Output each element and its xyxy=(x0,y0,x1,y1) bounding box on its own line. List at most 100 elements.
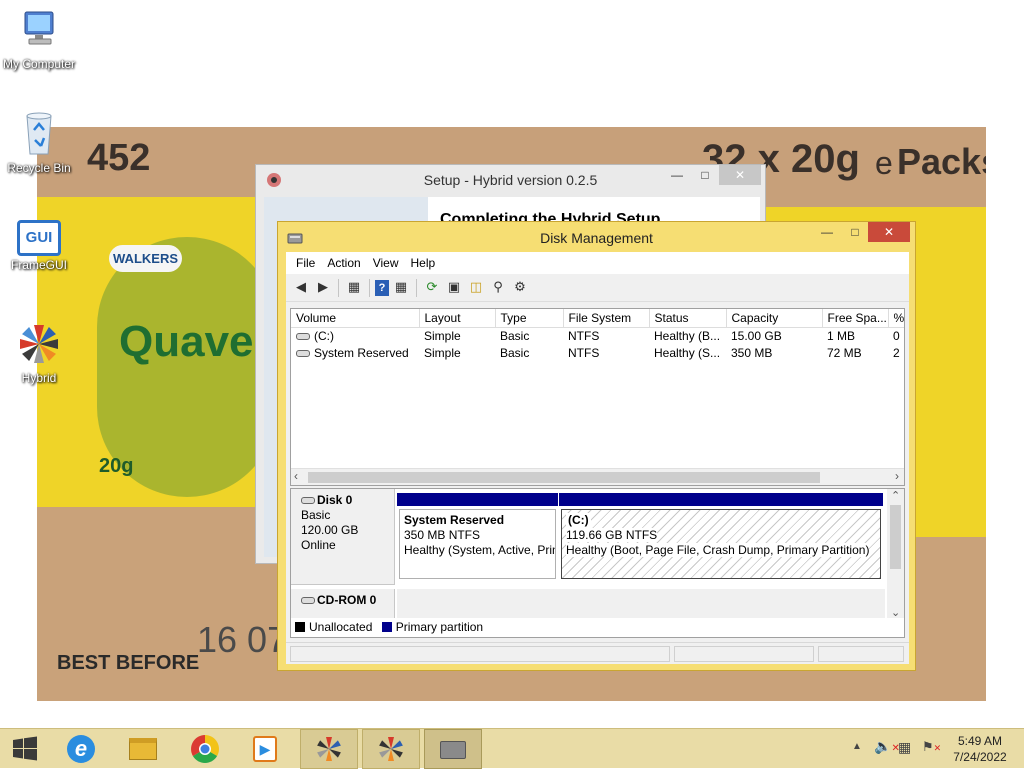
setup-title-bar[interactable]: Setup - Hybrid version 0.2.5 — □ ✕ xyxy=(256,165,765,195)
drive-icon xyxy=(296,333,310,341)
hybrid-taskbar-icon-2 xyxy=(379,737,403,761)
status-bar xyxy=(286,642,909,664)
desktop-icon-label: My Computer xyxy=(2,57,76,71)
back-arrow-icon[interactable]: ◀ xyxy=(291,277,311,297)
framegui-icon: GUI xyxy=(17,220,61,256)
column-header-capacity[interactable]: Capacity xyxy=(726,309,823,328)
windows-start-icon xyxy=(13,736,37,761)
minimize-button[interactable]: — xyxy=(663,165,691,185)
taskbar-hybrid[interactable] xyxy=(362,729,420,769)
taskbar-chrome[interactable] xyxy=(176,729,234,769)
disk-management-body: File Action View Help ◀ ▶ ▦? ▦ ⟳ ▣ ◫ ⚲ ⚙ Volume Lay… xyxy=(286,252,909,664)
disk-icon xyxy=(301,497,315,505)
desktop-icon-recycle-bin[interactable]: Recycle Bin xyxy=(0,110,78,175)
desktop-icon-label: FrameGUI xyxy=(10,258,67,272)
partition-size: 119.66 GB NTFS xyxy=(566,528,658,542)
legend-primary: Primary partition xyxy=(395,620,484,634)
taskbar-internet-explorer[interactable]: e xyxy=(52,729,110,769)
recycle-bin-icon xyxy=(26,112,52,155)
forward-arrow-icon[interactable]: ▶ xyxy=(313,277,333,297)
toolbar-separator xyxy=(416,278,417,297)
properties-pane-icon[interactable]: ▦ xyxy=(391,277,411,297)
column-header-volume[interactable]: Volume xyxy=(291,309,420,328)
cell-status: Healthy (S... xyxy=(654,345,721,360)
wallpaper-text-e: e xyxy=(875,145,893,181)
vertical-scrollbar[interactable]: ⌃ ⌄ xyxy=(887,489,904,621)
clock-date: 7/24/2022 xyxy=(953,750,1007,764)
disk-management-window[interactable]: Disk Management — □ ✕ File Action View Help… xyxy=(277,221,916,671)
drive-icon xyxy=(296,349,310,357)
column-header-type[interactable]: Type xyxy=(495,309,564,328)
taskbar-disk-management[interactable] xyxy=(424,729,482,769)
vertical-scroll-thumb[interactable] xyxy=(890,505,901,569)
properties-icon[interactable]: ▣ xyxy=(444,277,464,297)
partition-c-drive[interactable]: (C:) 119.66 GB NTFS Healthy (Boot, Page … xyxy=(559,493,883,581)
chrome-icon xyxy=(191,735,219,763)
hybrid-taskbar-icon xyxy=(317,737,341,761)
menu-help[interactable]: Help xyxy=(405,252,442,274)
help-icon[interactable]: ? xyxy=(375,280,389,296)
menu-file[interactable]: File xyxy=(290,252,321,274)
menu-view[interactable]: View xyxy=(367,252,405,274)
disk0-info[interactable]: Disk 0 Basic 120.00 GB Online xyxy=(291,489,395,585)
search-icon[interactable]: ⚲ xyxy=(488,277,508,297)
taskbar-hybrid-setup[interactable] xyxy=(300,729,358,769)
taskbar-media-player[interactable]: ▶ xyxy=(236,729,294,769)
close-button[interactable]: ✕ xyxy=(719,165,761,185)
partition-system-reserved[interactable]: System Reserved 350 MB NTFS Healthy (Sys… xyxy=(397,493,558,581)
toolbar: ◀ ▶ ▦? ▦ ⟳ ▣ ◫ ⚲ ⚙ xyxy=(286,274,909,302)
partition-status: Healthy (System, Active, Primary Partiti… xyxy=(404,543,555,557)
column-header-layout[interactable]: Layout xyxy=(419,309,496,328)
cell-layout: Simple xyxy=(424,345,461,360)
legend-unallocated: Unallocated xyxy=(309,620,373,634)
volume-table: Volume Layout Type File System Status Ca… xyxy=(291,309,904,361)
table-row[interactable]: System Reserved Simple Basic NTFS Health… xyxy=(291,344,904,361)
desktop-icon-my-computer[interactable]: My Computer xyxy=(0,8,78,71)
start-button[interactable] xyxy=(0,729,50,769)
column-header-status[interactable]: Status xyxy=(649,309,727,328)
cell-free-space: 1 MB xyxy=(827,328,856,343)
network-icon[interactable]: ▦ xyxy=(898,739,911,756)
partition-name: (C:) xyxy=(566,513,591,528)
action-center-icon[interactable]: ⚑✕ xyxy=(922,739,941,755)
desktop-icon-framegui[interactable]: GUI FrameGUI xyxy=(0,220,78,272)
cell-type: Basic xyxy=(500,328,530,343)
desktop-icon-hybrid[interactable]: Hybrid xyxy=(0,322,78,385)
wallpaper-text-date: 16 07 xyxy=(197,619,288,660)
cell-status: Healthy (B... xyxy=(654,328,721,343)
disk-management-title-bar[interactable]: Disk Management — □ ✕ xyxy=(278,222,915,252)
wallpaper-text-packs: Packs xyxy=(897,141,986,182)
close-button[interactable]: ✕ xyxy=(868,222,910,242)
show-hidden-icons-icon[interactable]: ▲ xyxy=(852,741,862,752)
settings-icon[interactable]: ⚙ xyxy=(510,277,530,297)
computer-icon xyxy=(24,11,54,45)
cell-free-space: 72 MB xyxy=(827,345,862,360)
disk-management-taskbar-icon xyxy=(440,741,466,759)
column-header-file-system[interactable]: File System xyxy=(563,309,650,328)
table-row[interactable]: (C:) Simple Basic NTFS Healthy (B... 15.… xyxy=(291,327,904,344)
cell-file-system: NTFS xyxy=(568,345,600,360)
cell-layout: Simple xyxy=(424,328,461,343)
maximize-button[interactable]: □ xyxy=(691,165,719,185)
cell-volume: System Reserved xyxy=(291,344,419,361)
toolbar-separator xyxy=(369,278,370,297)
volume-muted-icon[interactable]: 🔈✕ xyxy=(874,738,900,755)
clock[interactable]: 5:49 AM 7/24/2022 xyxy=(946,733,1014,765)
scroll-right-icon[interactable]: › xyxy=(895,469,899,483)
volume-table-header: Volume Layout Type File System Status Ca… xyxy=(291,309,904,328)
console-tree-icon[interactable]: ▦ xyxy=(344,277,364,297)
horizontal-scroll-thumb[interactable] xyxy=(308,472,820,483)
toolbar-separator xyxy=(338,278,339,297)
horizontal-scrollbar[interactable]: ‹ › xyxy=(291,468,904,485)
minimize-button[interactable]: — xyxy=(813,222,841,242)
refresh-icon[interactable]: ⟳ xyxy=(422,277,442,297)
clock-time: 5:49 AM xyxy=(957,734,1003,748)
column-header-free-space[interactable]: Free Spa... xyxy=(822,309,889,328)
open-folder-icon[interactable]: ◫ xyxy=(466,277,486,297)
column-header-percent[interactable]: % xyxy=(888,309,904,328)
taskbar-file-explorer[interactable] xyxy=(114,729,172,769)
scroll-left-icon[interactable]: ‹ xyxy=(294,469,298,483)
menu-action[interactable]: Action xyxy=(321,252,366,274)
maximize-button[interactable]: □ xyxy=(841,222,869,242)
scroll-up-icon[interactable]: ⌃ xyxy=(891,489,900,502)
